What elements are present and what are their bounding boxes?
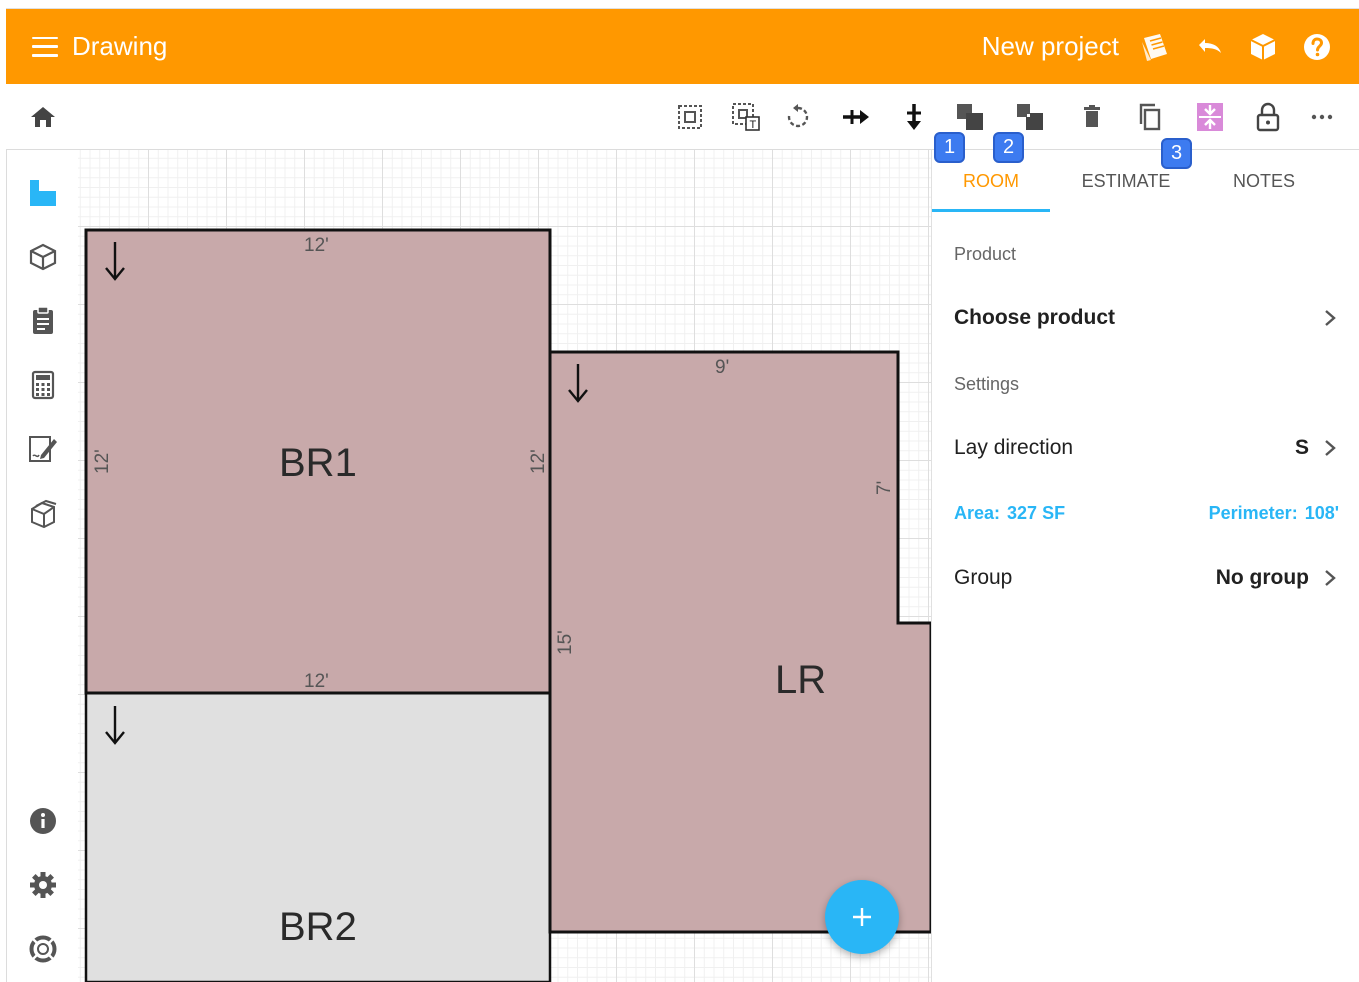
dim-br1-top: 12' (304, 235, 329, 256)
home-icon[interactable] (28, 102, 58, 132)
chevron-right-icon (1325, 310, 1336, 326)
info-icon[interactable] (27, 805, 59, 837)
dim-lr-left: 15' (555, 630, 576, 655)
drawing-canvas[interactable]: 12' 12' 12' 12' 9' 7' 15' BR1 LR BR2 (78, 150, 931, 982)
help-lifebuoy-icon[interactable] (27, 933, 59, 965)
dim-br1-left: 12' (92, 449, 113, 474)
dim-br1-bottom: 12' (304, 671, 329, 692)
toolbar: T (6, 84, 1359, 150)
svg-text:T: T (750, 119, 757, 131)
dim-br1-right: 12' (528, 449, 549, 474)
settings-icon[interactable] (27, 869, 59, 901)
select-text-icon[interactable]: T (728, 99, 764, 135)
group-label: Group (954, 566, 1013, 589)
dim-lr-right: 7' (874, 481, 895, 495)
properties-panel: ROOM ESTIMATE NOTES Product Choose produ… (931, 150, 1359, 982)
app-title: Drawing (72, 31, 168, 61)
area-perimeter-row: Area: 327 SF Perimeter: 108' (954, 503, 1339, 524)
settings-section-label: Settings (954, 374, 1020, 394)
badge-3: 3 (1161, 138, 1192, 169)
area-label: Area: (954, 503, 1001, 523)
left-sidebar (6, 150, 78, 982)
move-right-icon[interactable] (838, 99, 874, 135)
chevron-right-icon (1325, 570, 1336, 586)
room-lr-shape (548, 350, 931, 934)
undo-icon[interactable] (1189, 27, 1229, 67)
add-button[interactable] (825, 880, 899, 954)
choose-product-row[interactable]: Choose product (954, 306, 1337, 330)
edit-note-icon[interactable] (27, 433, 59, 465)
product-section-label: Product (954, 244, 1017, 264)
project-name[interactable]: New project (982, 31, 1119, 62)
help-icon[interactable] (1297, 27, 1337, 67)
choose-product-label: Choose product (954, 306, 1115, 329)
badge-2: 2 (993, 132, 1024, 163)
rooms-icon[interactable] (27, 177, 59, 209)
delete-icon[interactable] (1074, 99, 1110, 135)
app-bar: Drawing New project (6, 8, 1359, 84)
project-cards-icon[interactable] (1135, 27, 1175, 67)
3d-cube-icon[interactable] (1243, 27, 1283, 67)
select-icon[interactable] (672, 99, 708, 135)
calculator-icon[interactable] (27, 369, 59, 401)
lay-direction-label: Lay direction (954, 436, 1074, 459)
group-row[interactable]: Group No group (954, 566, 1337, 590)
3d-icon[interactable] (27, 241, 59, 273)
lay-direction-row[interactable]: Lay direction S (954, 436, 1337, 460)
clipboard-icon[interactable] (27, 305, 59, 337)
area-value: 327 SF (1007, 503, 1066, 523)
room-label-br1: BR1 (279, 441, 357, 485)
perimeter-value: 108' (1304, 503, 1339, 523)
dim-lr-top: 9' (715, 357, 729, 378)
products-icon[interactable] (27, 497, 59, 529)
room-label-br2: BR2 (279, 905, 357, 949)
bring-front-icon[interactable] (952, 99, 988, 135)
lock-icon[interactable] (1250, 99, 1286, 135)
send-back-icon[interactable] (1012, 99, 1048, 135)
plus-icon (853, 908, 871, 926)
copy-icon[interactable] (1132, 99, 1168, 135)
group-value: No group (1215, 566, 1309, 589)
rotate-icon[interactable] (780, 99, 816, 135)
split-icon[interactable] (1192, 99, 1228, 135)
more-icon[interactable] (1304, 99, 1340, 135)
menu-icon[interactable] (32, 36, 58, 57)
lay-direction-value: S (1294, 436, 1309, 459)
perimeter-label: Perimeter: (1208, 503, 1298, 523)
tab-notes[interactable]: NOTES (1202, 150, 1326, 212)
badge-1: 1 (934, 132, 965, 163)
move-down-icon[interactable] (896, 99, 932, 135)
room-label-lr: LR (775, 658, 826, 702)
chevron-right-icon (1325, 440, 1336, 456)
